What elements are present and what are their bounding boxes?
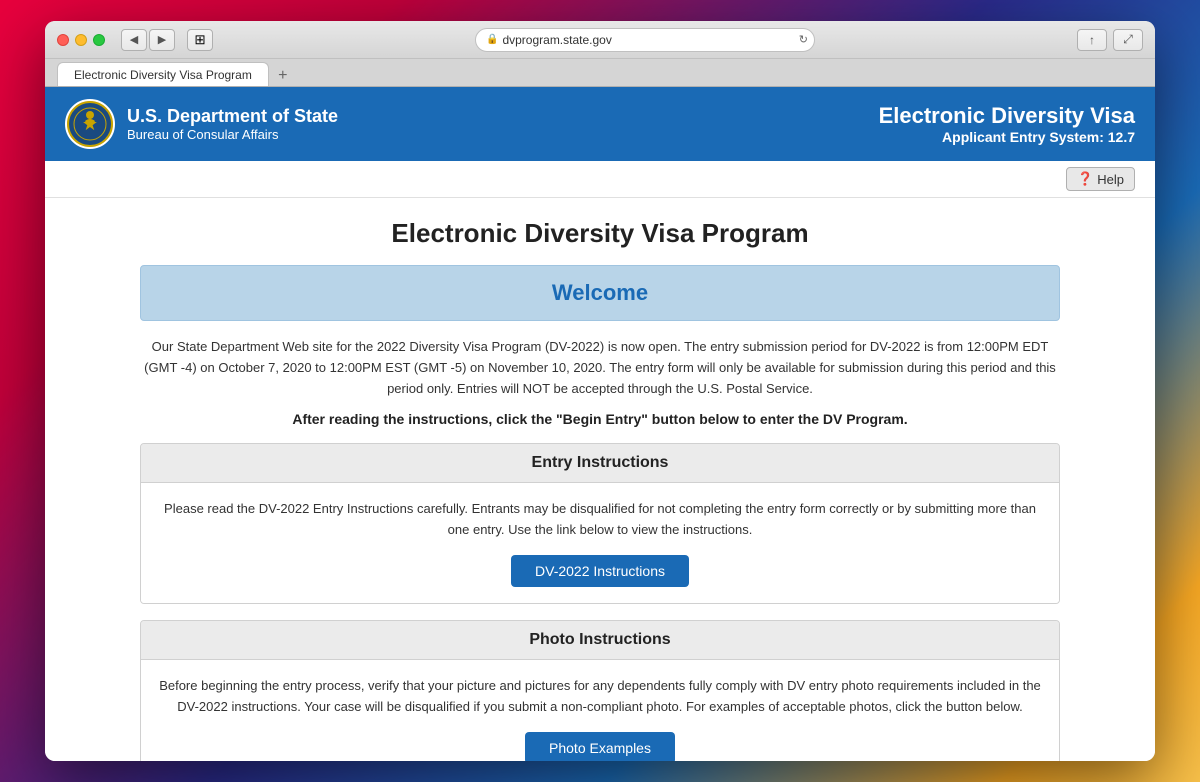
fullscreen-button[interactable]: ⤢ xyxy=(1113,29,1143,51)
photo-instructions-heading: Photo Instructions xyxy=(141,621,1059,660)
intro-text: Our State Department Web site for the 20… xyxy=(140,337,1060,399)
url-text: dvprogram.state.gov xyxy=(502,33,611,47)
ev-subtitle: Applicant Entry System: 12.7 xyxy=(879,129,1135,145)
entry-instructions-heading: Entry Instructions xyxy=(141,444,1059,483)
ev-title: Electronic Diversity Visa xyxy=(879,103,1135,129)
state-dept-left: ★ U.S. Department of State Bureau of Con… xyxy=(65,99,338,149)
forward-button[interactable]: ▶ xyxy=(149,29,175,51)
lock-icon: 🔒 xyxy=(486,34,498,45)
tab-bar: Electronic Diversity Visa Program + xyxy=(45,59,1155,87)
dept-title: U.S. Department of State xyxy=(127,106,338,128)
title-bar: ◀ ▶ ⊞ 🔒 dvprogram.state.gov ↻ ↑ ⤢ xyxy=(45,21,1155,59)
page-title: Electronic Diversity Visa Program xyxy=(140,218,1060,249)
photo-instructions-section: Photo Instructions Before beginning the … xyxy=(140,620,1060,761)
entry-instructions-section: Entry Instructions Please read the DV-20… xyxy=(140,443,1060,604)
web-content: ★ U.S. Department of State Bureau of Con… xyxy=(45,87,1155,761)
entry-instructions-text: Please read the DV-2022 Entry Instructio… xyxy=(157,499,1043,541)
main-content: Electronic Diversity Visa Program Welcom… xyxy=(100,198,1100,761)
nav-buttons: ◀ ▶ xyxy=(121,29,175,51)
dept-subtitle: Bureau of Consular Affairs xyxy=(127,127,338,142)
welcome-text: Welcome xyxy=(552,280,648,305)
sidebar-button[interactable]: ⊞ xyxy=(187,29,213,51)
photo-instructions-body: Before beginning the entry process, veri… xyxy=(141,660,1059,761)
minimize-button[interactable] xyxy=(75,34,87,46)
address-bar[interactable]: 🔒 dvprogram.state.gov ↻ xyxy=(475,28,815,52)
photo-instructions-text: Before beginning the entry process, veri… xyxy=(157,676,1043,718)
state-dept-seal: ★ xyxy=(65,99,115,149)
help-icon: ❓ xyxy=(1077,171,1093,187)
help-bar: ❓ Help xyxy=(45,161,1155,198)
close-button[interactable] xyxy=(57,34,69,46)
tab-label: Electronic Diversity Visa Program xyxy=(74,68,252,82)
back-button[interactable]: ◀ xyxy=(121,29,147,51)
help-label: Help xyxy=(1097,172,1124,187)
maximize-button[interactable] xyxy=(93,34,105,46)
traffic-lights xyxy=(57,34,105,46)
dv-instructions-button[interactable]: DV-2022 Instructions xyxy=(511,555,689,587)
photo-examples-button[interactable]: Photo Examples xyxy=(525,732,675,761)
share-button[interactable]: ↑ xyxy=(1077,29,1107,51)
toolbar-right: ↑ ⤢ xyxy=(1077,29,1143,51)
state-dept-name: U.S. Department of State Bureau of Consu… xyxy=(127,106,338,143)
refresh-button[interactable]: ↻ xyxy=(799,33,808,46)
state-dept-header: ★ U.S. Department of State Bureau of Con… xyxy=(45,87,1155,161)
help-button[interactable]: ❓ Help xyxy=(1066,167,1135,191)
active-tab[interactable]: Electronic Diversity Visa Program xyxy=(57,62,269,86)
mac-window: ◀ ▶ ⊞ 🔒 dvprogram.state.gov ↻ ↑ ⤢ Electr… xyxy=(45,21,1155,761)
welcome-box: Welcome xyxy=(140,265,1060,321)
bold-instruction: After reading the instructions, click th… xyxy=(140,411,1060,427)
header-right: Electronic Diversity Visa Applicant Entr… xyxy=(879,103,1135,145)
new-tab-button[interactable]: + xyxy=(273,66,293,86)
entry-instructions-body: Please read the DV-2022 Entry Instructio… xyxy=(141,483,1059,603)
address-bar-container: 🔒 dvprogram.state.gov ↻ xyxy=(221,28,1069,52)
